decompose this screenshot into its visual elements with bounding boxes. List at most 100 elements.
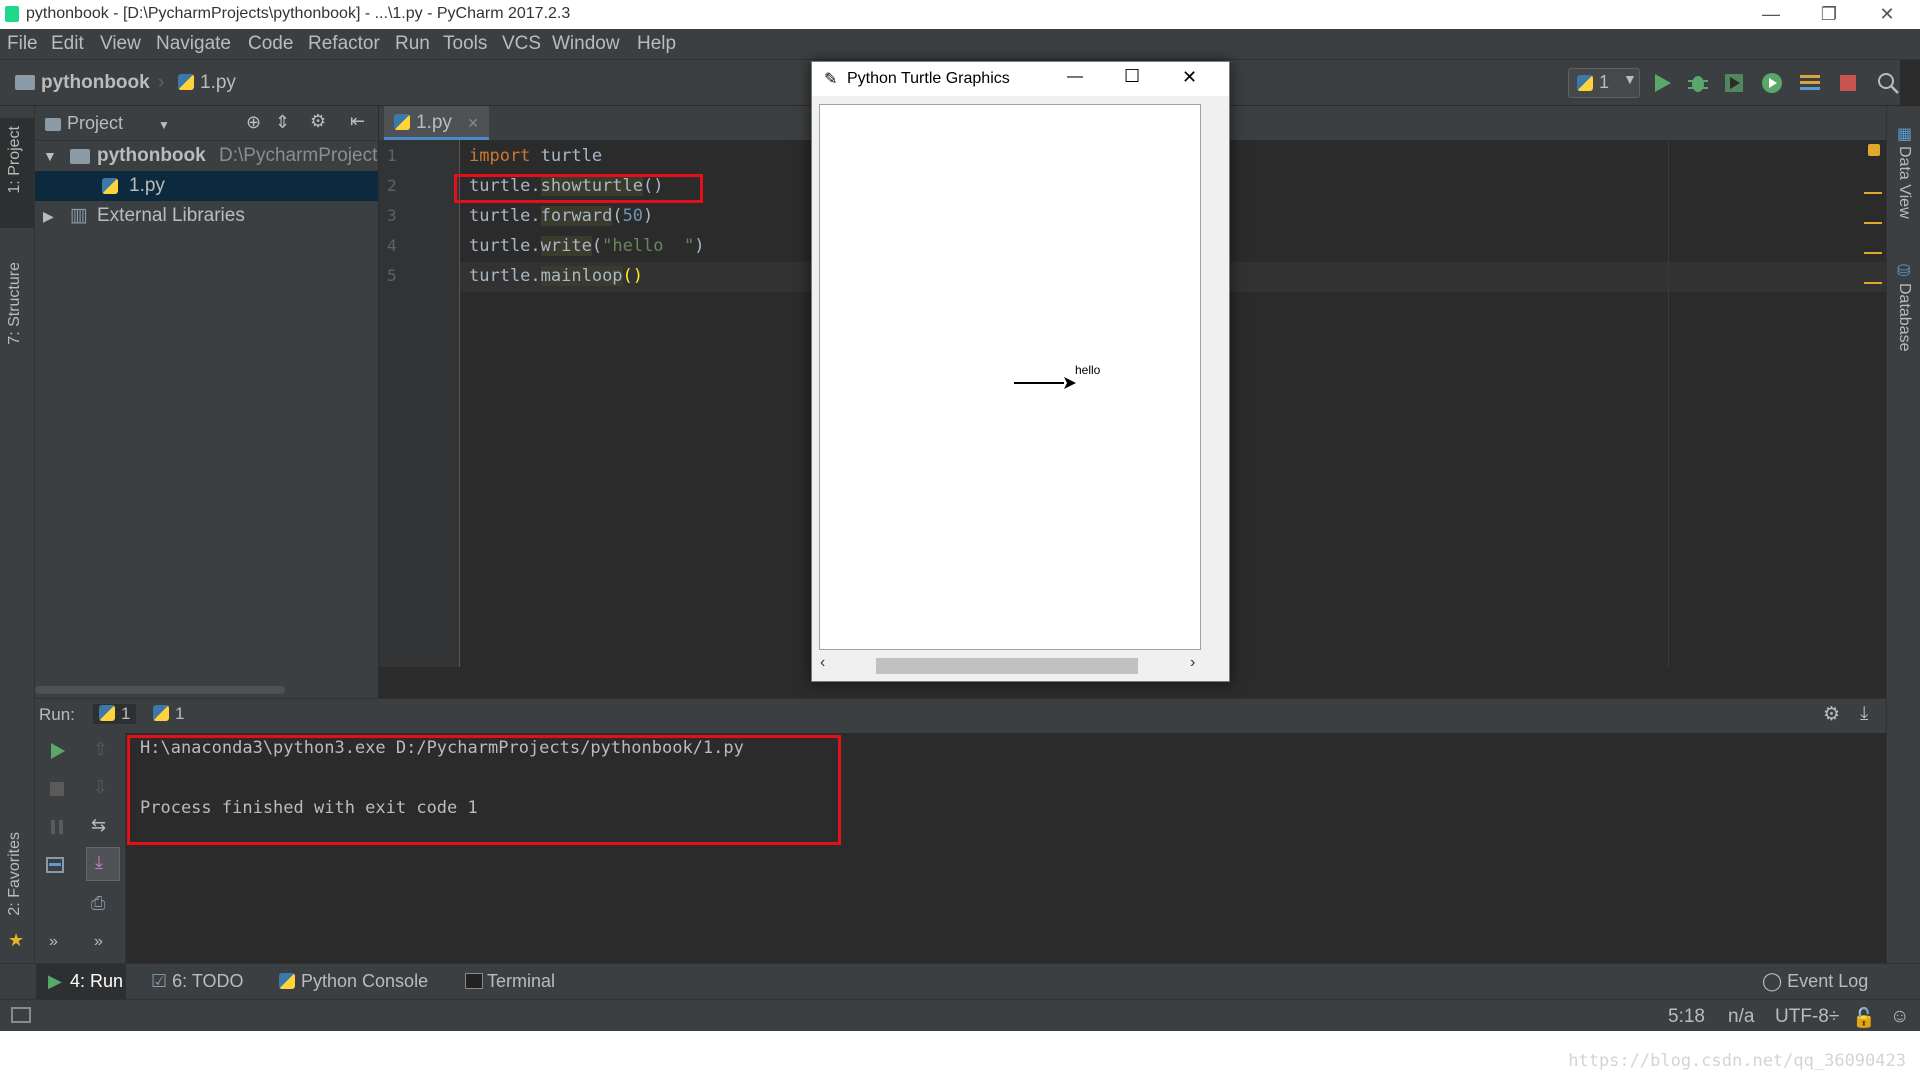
caret-position[interactable]: 5:18 [1668, 1006, 1705, 1028]
menu-refactor[interactable]: Refactor [308, 33, 380, 55]
run-tab-2-label: 1 [175, 704, 185, 723]
structure-tool-tab-label: 7: Structure [6, 262, 23, 345]
turtle-minimize-button[interactable]: — [1067, 68, 1083, 86]
lock-icon[interactable]: 🔓 [1852, 1006, 1876, 1030]
stop-icon[interactable] [47, 779, 67, 799]
stop-icon[interactable] [1836, 71, 1860, 95]
restore-button[interactable]: ❐ [1800, 0, 1858, 29]
turtle-canvas[interactable]: hello [819, 104, 1201, 650]
file-encoding[interactable]: UTF-8÷ [1775, 1006, 1839, 1028]
profile-icon[interactable] [1760, 71, 1784, 95]
menu-edit[interactable]: Edit [51, 33, 84, 55]
tree-file-name: 1.py [129, 175, 165, 196]
run-tab-1[interactable]: 1 [93, 704, 137, 724]
search-icon[interactable] [1876, 71, 1900, 95]
project-tool-tab[interactable]: 1: Project [0, 118, 34, 228]
toggle-tool-windows-icon[interactable] [11, 1007, 31, 1023]
turtle-close-button[interactable]: ✕ [1182, 67, 1197, 88]
scroll-to-end-button[interactable]: ⤓ [86, 847, 120, 881]
database-tool-tab[interactable]: ⛁ Database [1887, 261, 1920, 371]
turtle-window-title-bar[interactable]: ✎ Python Turtle Graphics — ☐ ✕ [812, 62, 1229, 96]
folder-icon [70, 149, 90, 164]
code-function: mainloop [540, 266, 623, 286]
gear-icon[interactable]: ⚙ [310, 111, 326, 132]
hide-icon[interactable]: ⤓ [1860, 703, 1868, 725]
horizontal-scrollbar[interactable] [35, 686, 285, 694]
arrow-down-icon[interactable]: ⇩ [93, 777, 108, 798]
warning-indicator[interactable] [1868, 144, 1880, 156]
restore-layout-icon[interactable] [45, 855, 65, 875]
todo-tool-tab[interactable]: ☑ 6: TODO [151, 971, 244, 992]
chevron-right-icon[interactable]: › [1190, 654, 1195, 672]
minimize-button[interactable]: — [1742, 0, 1800, 29]
concurrency-icon[interactable] [1798, 71, 1822, 95]
run-tab-2[interactable]: 1 [153, 704, 184, 724]
menu-run[interactable]: Run [395, 33, 430, 55]
turtle-graphics-window[interactable]: ✎ Python Turtle Graphics — ☐ ✕ hello ‹ › [811, 61, 1230, 682]
rerun-icon[interactable] [47, 741, 67, 761]
error-stripe-mark[interactable] [1864, 282, 1882, 284]
menu-window[interactable]: Window [552, 33, 620, 55]
run-icon[interactable] [1650, 71, 1674, 95]
turtle-horizontal-scrollbar[interactable]: ‹ › [815, 654, 1205, 676]
collapse-all-icon[interactable]: ⇕ [275, 112, 290, 133]
breadcrumb-project[interactable]: pythonbook [15, 72, 150, 94]
menu-file[interactable]: File [7, 33, 38, 55]
structure-tool-tab[interactable]: 7: Structure [0, 256, 34, 376]
more-icon[interactable]: » [94, 933, 103, 951]
arrow-up-icon[interactable]: ⇧ [93, 739, 108, 760]
scrollbar-thumb[interactable] [876, 658, 1138, 674]
chevron-left-icon[interactable]: ‹ [820, 654, 825, 672]
debug-icon[interactable] [1686, 71, 1710, 95]
tree-item-file[interactable]: 1.py [35, 171, 378, 201]
tree-item-external-libraries[interactable]: ▶ ▥ External Libraries [35, 201, 378, 231]
breadcrumb-file-label: 1.py [200, 72, 236, 93]
tree-root-name: pythonbook [97, 145, 206, 166]
run-tool-tab[interactable]: ▶ 4: Run [36, 964, 126, 1000]
chevron-right-icon[interactable]: ▶ [43, 201, 54, 231]
print-icon[interactable]: ⎙ [91, 893, 105, 914]
terminal-icon [465, 973, 483, 989]
tree-item-root[interactable]: ▼ pythonbook D:\PycharmProject [35, 141, 378, 171]
speech-bubble-icon: ◯ [1762, 971, 1783, 991]
terminal-tool-tab[interactable]: Terminal [465, 971, 555, 992]
coverage-icon[interactable] [1722, 71, 1746, 95]
scroll-from-source-icon[interactable]: ⊕ [246, 112, 261, 133]
chevron-down-icon[interactable]: ▼ [43, 141, 57, 171]
python-console-tool-tab[interactable]: Python Console [279, 971, 428, 992]
menu-vcs[interactable]: VCS [502, 33, 541, 55]
soft-wrap-icon[interactable]: ⇆ [91, 815, 106, 836]
error-stripe-mark[interactable] [1864, 222, 1882, 224]
keyword-import: import [469, 146, 531, 166]
hide-panel-icon[interactable]: ⇤ [350, 111, 365, 132]
line-number: 2 [387, 176, 397, 195]
menu-code[interactable]: Code [248, 33, 293, 55]
menu-view[interactable]: View [100, 33, 141, 55]
breadcrumb-file[interactable]: 1.py [178, 72, 236, 94]
menu-help[interactable]: Help [637, 33, 676, 55]
run-config-selector[interactable]: 1 ▼ [1568, 68, 1640, 98]
data-view-tool-tab[interactable]: ▦ Data View [1887, 124, 1920, 234]
breadcrumb-separator: › [158, 72, 165, 93]
menu-tools[interactable]: Tools [443, 33, 487, 55]
favorites-tool-tab[interactable]: 2: Favorites ★ [0, 826, 34, 956]
inspector-icon[interactable]: ☺ [1890, 1006, 1909, 1028]
code-string: "hello " [602, 236, 695, 256]
turtle-vertical-scrollbar[interactable] [1201, 104, 1221, 648]
footer-strip: https://blog.csdn.net/qq_36090423 [0, 1031, 1920, 1080]
more-icon[interactable]: » [49, 933, 58, 951]
close-icon[interactable]: ✕ [467, 115, 479, 131]
event-log-tool-tab[interactable]: ◯ Event Log [1762, 971, 1868, 992]
project-view-selector[interactable]: Project ▼ [45, 113, 170, 134]
line-separator[interactable]: n/a [1728, 1006, 1754, 1028]
editor-tab-1py[interactable]: 1.py ✕ [384, 106, 489, 140]
error-stripe-mark[interactable] [1864, 192, 1882, 194]
gear-icon[interactable]: ⚙ [1823, 703, 1840, 726]
close-button[interactable]: ✕ [1858, 0, 1916, 29]
turtle-maximize-button[interactable]: ☐ [1124, 66, 1140, 87]
code-line-3: turtle.forward(50) [469, 206, 653, 226]
error-stripe-mark[interactable] [1864, 252, 1882, 254]
code-paren: ( [612, 206, 623, 226]
pause-icon[interactable] [47, 817, 67, 837]
menu-navigate[interactable]: Navigate [156, 33, 231, 55]
